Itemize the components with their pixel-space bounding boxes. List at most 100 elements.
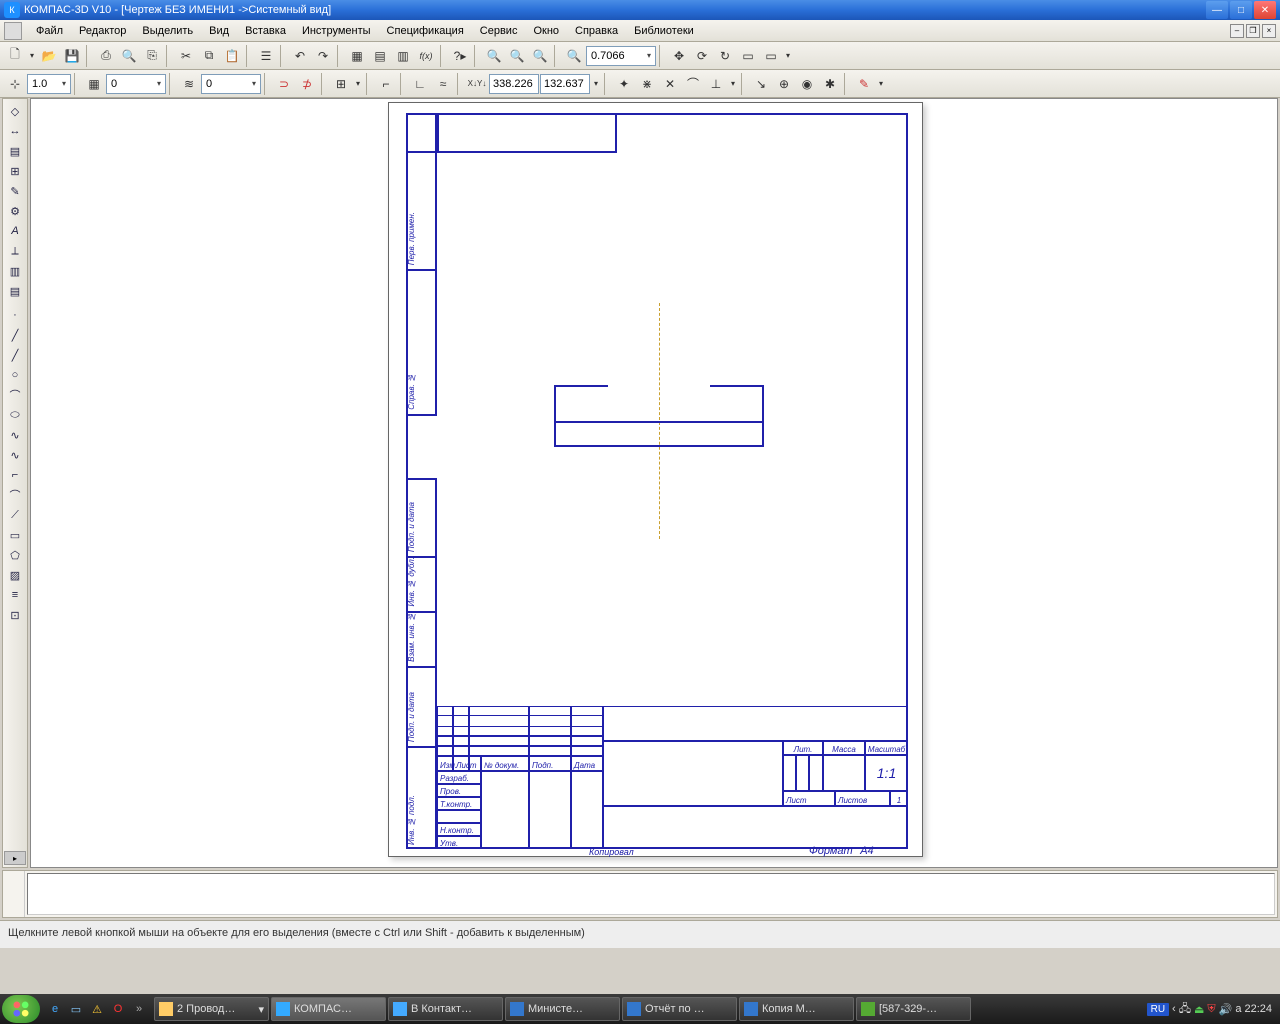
snap-end-icon[interactable]: ✦ [613,73,635,95]
chamfer-tool-icon[interactable]: ⟋ [4,505,26,525]
menu-help[interactable]: Справка [567,23,626,39]
snap-point-icon[interactable]: ◉ [796,73,818,95]
magnet-off-icon[interactable]: ⊅ [296,73,318,95]
ql-ie-icon[interactable]: e [46,1000,64,1018]
ql-desktop-icon[interactable]: ▭ [67,1000,85,1018]
task-kompas[interactable]: КОМПАС… [271,997,386,1021]
rotate-button[interactable]: ⟳ [691,45,713,67]
edit-tool-icon[interactable]: ✎ [4,181,26,201]
zoom-in-icon[interactable]: 🔍 [483,45,505,67]
desig-tool-icon[interactable]: ▤ [4,141,26,161]
tray-net-icon[interactable]: 🖧 [1179,1000,1191,1019]
coord-x-input[interactable]: 338.226 [489,74,539,94]
preview-button[interactable]: 🔍 [118,45,140,67]
spec-tool-icon[interactable]: ▥ [4,261,26,281]
step-combo[interactable]: 1.0▾ [27,74,71,94]
rect-tool-icon[interactable]: ▭ [4,525,26,545]
snap-angle-icon[interactable]: ✱ [819,73,841,95]
menu-libs[interactable]: Библиотеки [626,23,702,39]
aux-line-tool-icon[interactable]: ╱ [4,345,26,365]
snap-inter-icon[interactable]: ✕ [659,73,681,95]
snap-near-icon[interactable]: ↘ [750,73,772,95]
tray-vol-icon[interactable]: 🔊 [1219,1003,1233,1016]
tree-button[interactable]: ▥ [392,45,414,67]
undo-button[interactable]: ↶ [289,45,311,67]
menu-window[interactable]: Окно [525,23,567,39]
expand-toolbox-button[interactable]: ▸ [4,851,26,865]
eraser-icon[interactable]: ✎ [853,73,875,95]
spline-tool-icon[interactable]: ∿ [4,425,26,445]
ql-opera-icon[interactable]: O [109,1000,127,1018]
grid-dropdown[interactable]: ▾ [353,73,363,95]
text-tool-icon[interactable]: A [4,221,26,241]
tray-expand-icon[interactable]: ‹ [1172,1003,1176,1015]
menu-edit[interactable]: Редактор [71,23,134,39]
display-button[interactable]: ▭ [760,45,782,67]
tray-misc-icon[interactable]: а [1235,1003,1241,1015]
menu-tools[interactable]: Инструменты [294,23,379,39]
style-combo[interactable]: 0▾ [106,74,166,94]
print-button[interactable]: ⎙ [95,45,117,67]
minimize-button[interactable]: — [1206,1,1228,19]
toolbar2-more[interactable]: ▾ [876,73,886,95]
toolbar-more[interactable]: ▾ [783,45,793,67]
polygon-tool-icon[interactable]: ⬠ [4,545,26,565]
doc-restore-button[interactable]: ❐ [1246,24,1260,38]
refresh-button[interactable]: ↻ [714,45,736,67]
show-all-button[interactable]: ▭ [737,45,759,67]
ortho-icon[interactable]: ⌐ [375,73,397,95]
snap-mid-icon[interactable]: ⋇ [636,73,658,95]
menu-view[interactable]: Вид [201,23,237,39]
snap-tan-icon[interactable]: ⌒ [682,73,704,95]
collect-tool-icon[interactable]: ⊡ [4,605,26,625]
task-image[interactable]: [587-329-… [856,997,971,1021]
polyline-tool-icon[interactable]: ⌐ [4,465,26,485]
layers-button[interactable]: ▦ [346,45,368,67]
round-icon[interactable]: ≈ [432,73,454,95]
pan-button[interactable]: ✥ [668,45,690,67]
ellipse-tool-icon[interactable]: ⬭ [4,405,26,425]
local-cs-icon[interactable]: ∟ [409,73,431,95]
menu-select[interactable]: Выделить [134,23,201,39]
task-explorer[interactable]: 2 Провод…▾ [154,997,269,1021]
menu-service[interactable]: Сервис [472,23,526,39]
snap-norm-icon[interactable]: ⊥ [705,73,727,95]
copy-button[interactable]: ⧉ [198,45,220,67]
new-button[interactable]: 🗋 [4,45,26,67]
close-button[interactable]: ✕ [1254,1,1276,19]
point-tool-icon[interactable]: · [4,305,26,325]
style-icon[interactable]: ▦ [83,73,105,95]
layer-icon[interactable]: ≋ [178,73,200,95]
ql-more-icon[interactable]: » [130,1000,148,1018]
vars-button[interactable]: f(x) [415,45,437,67]
coord-more[interactable]: ▾ [591,73,601,95]
measure-tool-icon[interactable]: ⟂ [4,241,26,261]
zoom-window-icon[interactable]: 🔍 [529,45,551,67]
doc-icon[interactable] [4,22,22,40]
save-button[interactable]: 💾 [61,45,83,67]
doc-minimize-button[interactable]: – [1230,24,1244,38]
task-vk[interactable]: В Контакт… [388,997,503,1021]
zoom-out-icon[interactable]: 🔍 [506,45,528,67]
hatch-tool-icon[interactable]: ▨ [4,565,26,585]
task-word3[interactable]: Копия М… [739,997,854,1021]
snap-more[interactable]: ▾ [728,73,738,95]
tray-usb-icon[interactable]: ⏏ [1194,1003,1204,1016]
paste-button[interactable]: 📋 [221,45,243,67]
zoom-combo[interactable]: 0.7066▾ [586,46,656,66]
tray-clock[interactable]: 22:24 [1244,1003,1272,1015]
param-tool-icon[interactable]: ⚙ [4,201,26,221]
new-dropdown[interactable]: ▾ [27,45,37,67]
snap-center-icon[interactable]: ⊕ [773,73,795,95]
line-tool-icon[interactable]: ╱ [4,325,26,345]
tray-shield-icon[interactable]: ⛨ [1207,1003,1215,1016]
cut-button[interactable]: ✂ [175,45,197,67]
bezier-tool-icon[interactable]: ∿ [4,445,26,465]
drawing-area[interactable]: Перв. примен. Справ. № Подп. и дата Инв.… [30,98,1278,868]
menu-file[interactable]: Файл [28,23,71,39]
redo-button[interactable]: ↷ [312,45,334,67]
geometry-tool-icon[interactable]: ◇ [4,101,26,121]
ql-warn-icon[interactable]: ⚠ [88,1000,106,1018]
report-tool-icon[interactable]: ▤ [4,281,26,301]
doc-close-button[interactable]: × [1262,24,1276,38]
